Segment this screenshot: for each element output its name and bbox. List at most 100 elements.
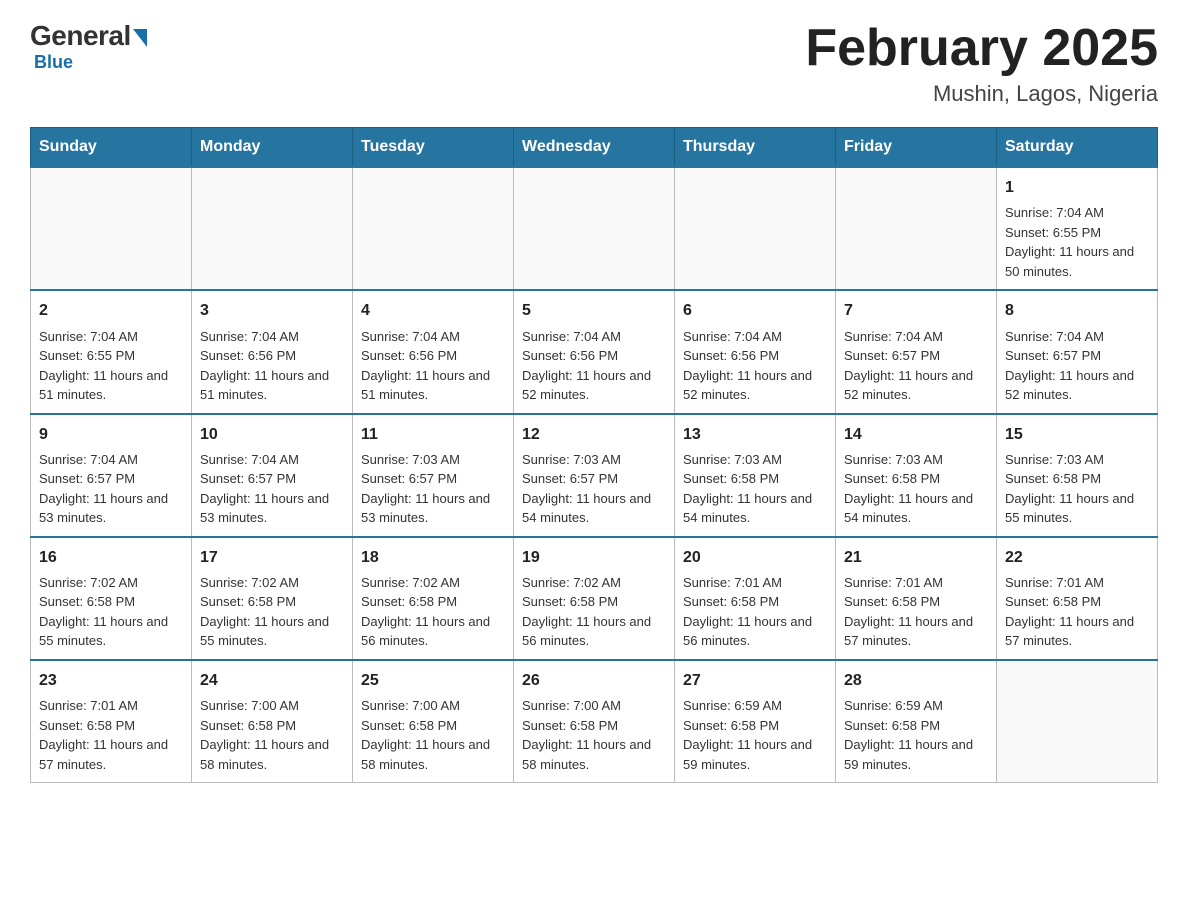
calendar-cell: 11 Sunrise: 7:03 AMSunset: 6:57 PMDayligh… [353,414,514,537]
day-info: Sunrise: 7:00 AMSunset: 6:58 PMDaylight:… [361,696,505,774]
day-info: Sunrise: 7:02 AMSunset: 6:58 PMDaylight:… [522,573,666,651]
day-info: Sunrise: 7:00 AMSunset: 6:58 PMDaylight:… [522,696,666,774]
day-info: Sunrise: 7:02 AMSunset: 6:58 PMDaylight:… [361,573,505,651]
day-info: Sunrise: 7:00 AMSunset: 6:58 PMDaylight:… [200,696,344,774]
calendar-cell [997,660,1158,783]
day-number: 23 [39,669,183,692]
location-text: Mushin, Lagos, Nigeria [805,81,1158,107]
day-info: Sunrise: 7:04 AMSunset: 6:57 PMDaylight:… [1005,327,1149,405]
calendar-cell: 20Sunrise: 7:01 AMSunset: 6:58 PMDayligh… [675,537,836,660]
calendar-table: SundayMondayTuesdayWednesdayThursdayFrid… [30,127,1158,783]
day-info: Sunrise: 7:02 AMSunset: 6:58 PMDaylight:… [39,573,183,651]
day-info: Sunrise: 7:04 AMSunset: 6:56 PMDaylight:… [683,327,827,405]
day-info: Sunrise: 6:59 AMSunset: 6:58 PMDaylight:… [844,696,988,774]
day-number: 24 [200,669,344,692]
calendar-cell: 9 Sunrise: 7:04 AMSunset: 6:57 PMDaylight… [31,414,192,537]
calendar-cell: 14Sunrise: 7:03 AMSunset: 6:58 PMDayligh… [836,414,997,537]
calendar-cell: 17 Sunrise: 7:02 AMSunset: 6:58 PMDayligh… [192,537,353,660]
day-info: Sunrise: 7:04 AMSunset: 6:57 PMDaylight:… [844,327,988,405]
day-number: 1 [1005,176,1149,199]
day-number: 10 [200,423,344,446]
calendar-cell [31,167,192,290]
calendar-cell: 28 Sunrise: 6:59 AMSunset: 6:58 PMDayligh… [836,660,997,783]
calendar-cell: 16 Sunrise: 7:02 AMSunset: 6:58 PMDayligh… [31,537,192,660]
calendar-cell: 19 Sunrise: 7:02 AMSunset: 6:58 PMDayligh… [514,537,675,660]
calendar-cell: 22Sunrise: 7:01 AMSunset: 6:58 PMDayligh… [997,537,1158,660]
week-row-1: 1 Sunrise: 7:04 AMSunset: 6:55 PMDaylight… [31,167,1158,290]
day-info: Sunrise: 7:01 AMSunset: 6:58 PMDaylight:… [1005,573,1149,651]
calendar-cell: 26 Sunrise: 7:00 AMSunset: 6:58 PMDayligh… [514,660,675,783]
day-number: 17 [200,546,344,569]
calendar-cell [836,167,997,290]
page-header: General Blue February 2025 Mushin, Lagos… [30,20,1158,107]
week-row-2: 2 Sunrise: 7:04 AMSunset: 6:55 PMDaylight… [31,290,1158,413]
calendar-cell: 10 Sunrise: 7:04 AMSunset: 6:57 PMDayligh… [192,414,353,537]
calendar-cell: 12 Sunrise: 7:03 AMSunset: 6:57 PMDayligh… [514,414,675,537]
day-info: Sunrise: 7:04 AMSunset: 6:56 PMDaylight:… [361,327,505,405]
day-info: Sunrise: 7:03 AMSunset: 6:58 PMDaylight:… [1005,450,1149,528]
day-number: 25 [361,669,505,692]
week-row-5: 23 Sunrise: 7:01 AMSunset: 6:58 PMDayligh… [31,660,1158,783]
weekday-header-thursday: Thursday [675,128,836,168]
calendar-cell [675,167,836,290]
day-number: 13 [683,423,827,446]
day-info: Sunrise: 7:01 AMSunset: 6:58 PMDaylight:… [39,696,183,774]
logo: General Blue [30,20,147,73]
weekday-header-wednesday: Wednesday [514,128,675,168]
day-info: Sunrise: 7:01 AMSunset: 6:58 PMDaylight:… [844,573,988,651]
calendar-cell: 7Sunrise: 7:04 AMSunset: 6:57 PMDaylight… [836,290,997,413]
day-number: 8 [1005,299,1149,322]
week-row-4: 16 Sunrise: 7:02 AMSunset: 6:58 PMDayligh… [31,537,1158,660]
day-info: Sunrise: 7:02 AMSunset: 6:58 PMDaylight:… [200,573,344,651]
day-number: 21 [844,546,988,569]
calendar-cell: 1 Sunrise: 7:04 AMSunset: 6:55 PMDaylight… [997,167,1158,290]
calendar-cell: 6 Sunrise: 7:04 AMSunset: 6:56 PMDaylight… [675,290,836,413]
day-number: 2 [39,299,183,322]
day-number: 27 [683,669,827,692]
weekday-header-saturday: Saturday [997,128,1158,168]
day-info: Sunrise: 7:04 AMSunset: 6:57 PMDaylight:… [200,450,344,528]
day-info: Sunrise: 7:03 AMSunset: 6:58 PMDaylight:… [844,450,988,528]
day-number: 18 [361,546,505,569]
calendar-cell: 15Sunrise: 7:03 AMSunset: 6:58 PMDayligh… [997,414,1158,537]
day-number: 3 [200,299,344,322]
calendar-cell: 4 Sunrise: 7:04 AMSunset: 6:56 PMDaylight… [353,290,514,413]
calendar-cell: 24 Sunrise: 7:00 AMSunset: 6:58 PMDayligh… [192,660,353,783]
calendar-cell: 27 Sunrise: 6:59 AMSunset: 6:58 PMDayligh… [675,660,836,783]
day-number: 6 [683,299,827,322]
day-number: 4 [361,299,505,322]
day-info: Sunrise: 7:04 AMSunset: 6:57 PMDaylight:… [39,450,183,528]
day-number: 16 [39,546,183,569]
calendar-cell: 3 Sunrise: 7:04 AMSunset: 6:56 PMDaylight… [192,290,353,413]
day-info: Sunrise: 7:03 AMSunset: 6:57 PMDaylight:… [522,450,666,528]
day-info: Sunrise: 7:03 AMSunset: 6:57 PMDaylight:… [361,450,505,528]
calendar-cell [353,167,514,290]
calendar-cell: 8 Sunrise: 7:04 AMSunset: 6:57 PMDaylight… [997,290,1158,413]
weekday-header-monday: Monday [192,128,353,168]
day-number: 26 [522,669,666,692]
day-number: 19 [522,546,666,569]
day-number: 5 [522,299,666,322]
day-info: Sunrise: 7:04 AMSunset: 6:56 PMDaylight:… [200,327,344,405]
weekday-header-sunday: Sunday [31,128,192,168]
weekday-header-row: SundayMondayTuesdayWednesdayThursdayFrid… [31,128,1158,168]
logo-general-text: General [30,20,131,52]
calendar-cell: 21 Sunrise: 7:01 AMSunset: 6:58 PMDayligh… [836,537,997,660]
logo-blue-text: Blue [34,52,73,73]
day-number: 12 [522,423,666,446]
day-info: Sunrise: 7:04 AMSunset: 6:55 PMDaylight:… [1005,203,1149,281]
month-title: February 2025 [805,20,1158,77]
day-number: 20 [683,546,827,569]
day-info: Sunrise: 7:03 AMSunset: 6:58 PMDaylight:… [683,450,827,528]
calendar-cell: 2 Sunrise: 7:04 AMSunset: 6:55 PMDaylight… [31,290,192,413]
calendar-cell: 23 Sunrise: 7:01 AMSunset: 6:58 PMDayligh… [31,660,192,783]
day-number: 9 [39,423,183,446]
day-info: Sunrise: 7:04 AMSunset: 6:55 PMDaylight:… [39,327,183,405]
day-info: Sunrise: 7:04 AMSunset: 6:56 PMDaylight:… [522,327,666,405]
day-info: Sunrise: 6:59 AMSunset: 6:58 PMDaylight:… [683,696,827,774]
calendar-cell: 25 Sunrise: 7:00 AMSunset: 6:58 PMDayligh… [353,660,514,783]
weekday-header-friday: Friday [836,128,997,168]
calendar-cell [192,167,353,290]
day-number: 11 [361,423,505,446]
day-number: 28 [844,669,988,692]
